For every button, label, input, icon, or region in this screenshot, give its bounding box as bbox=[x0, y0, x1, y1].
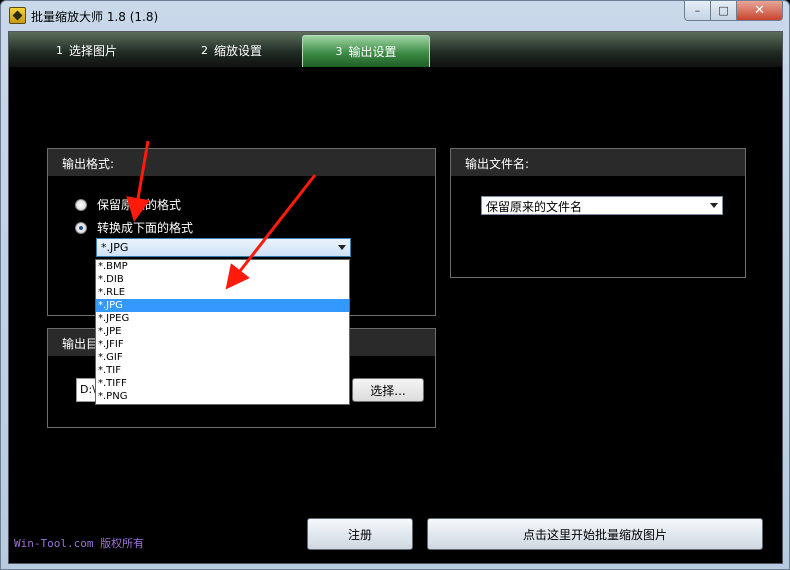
format-select[interactable]: *.JPG bbox=[96, 238, 351, 257]
start-batch-resize-button[interactable]: 点击这里开始批量缩放图片 bbox=[427, 518, 763, 550]
maximize-icon: □ bbox=[718, 4, 729, 17]
chevron-down-icon[interactable] bbox=[338, 245, 346, 250]
choose-directory-button[interactable]: 选择... bbox=[352, 378, 424, 402]
radio-keep-format-circle[interactable] bbox=[75, 198, 87, 211]
format-option-jpg[interactable]: *.JPG bbox=[96, 299, 349, 312]
tab-number: 1 bbox=[55, 44, 63, 57]
format-option-gif[interactable]: *.GIF bbox=[96, 351, 349, 364]
format-option-dib[interactable]: *.DIB bbox=[96, 273, 349, 286]
radio-convert-format-label: 转换成下面的格式 bbox=[97, 221, 194, 235]
copyright-text: Win-Tool.com 版权所有 bbox=[14, 537, 145, 550]
window-title: 批量缩放大师 1.8 (1.8) bbox=[31, 10, 159, 24]
tab-bar: 1 选择图片 2 缩放设置 3 输出设置 bbox=[9, 32, 782, 67]
format-option-tiff[interactable]: *.TIFF bbox=[96, 377, 349, 390]
output-format-title: 输出格式: bbox=[48, 149, 435, 176]
register-button[interactable]: 注册 bbox=[307, 518, 413, 550]
maximize-button[interactable]: □ bbox=[711, 1, 737, 21]
client-area: 1 选择图片 2 缩放设置 3 输出设置 输出格式: 保留原来的格式 转换成下面… bbox=[8, 31, 783, 564]
radio-convert-format[interactable]: 转换成下面的格式 bbox=[75, 219, 193, 236]
filename-select-value: 保留原来的文件名 bbox=[486, 200, 583, 214]
radio-keep-format[interactable]: 保留原来的格式 bbox=[75, 196, 181, 213]
format-option-rle[interactable]: *.RLE bbox=[96, 286, 349, 299]
filename-select[interactable]: 保留原来的文件名 bbox=[481, 196, 723, 215]
close-button[interactable]: ✕ bbox=[737, 1, 783, 21]
format-dropdown-list: *.BMP *.DIB *.RLE *.JPG *.JPEG *.JPE *.JFIF *.G… bbox=[95, 259, 350, 405]
tab-select-images[interactable]: 1 选择图片 bbox=[9, 36, 164, 65]
format-option-jpeg[interactable]: *.JPEG bbox=[96, 312, 349, 325]
tab-label: 输出设置 bbox=[348, 45, 397, 59]
output-filename-title: 输出文件名: bbox=[451, 149, 745, 176]
title-bar: 批量缩放大师 1.8 (1.8) – □ ✕ bbox=[1, 1, 789, 31]
format-select-value: *.JPG bbox=[101, 241, 129, 254]
tab-label: 缩放设置 bbox=[213, 44, 262, 58]
format-option-jfif[interactable]: *.JFIF bbox=[96, 338, 349, 351]
radio-convert-format-circle[interactable] bbox=[75, 221, 87, 234]
output-filename-group: 输出文件名: 保留原来的文件名 bbox=[450, 148, 746, 278]
format-option-tif[interactable]: *.TIF bbox=[96, 364, 349, 377]
chevron-down-icon[interactable] bbox=[710, 203, 718, 208]
format-option-jpe[interactable]: *.JPE bbox=[96, 325, 349, 338]
app-window: 批量缩放大师 1.8 (1.8) – □ ✕ 1 选择图片 2 缩放设置 3 输… bbox=[0, 0, 790, 570]
tab-output-settings[interactable]: 3 输出设置 bbox=[302, 35, 430, 67]
minimize-button[interactable]: – bbox=[684, 1, 711, 21]
tab-number: 2 bbox=[200, 44, 208, 57]
format-option-png[interactable]: *.PNG bbox=[96, 390, 349, 403]
tab-number: 3 bbox=[335, 45, 343, 58]
minimize-icon: – bbox=[694, 4, 701, 17]
radio-keep-format-label: 保留原来的格式 bbox=[97, 198, 182, 212]
tab-label: 选择图片 bbox=[68, 44, 117, 58]
format-option-bmp[interactable]: *.BMP bbox=[96, 260, 349, 273]
tab-scale-settings[interactable]: 2 缩放设置 bbox=[164, 36, 299, 65]
window-controls: – □ ✕ bbox=[684, 1, 783, 21]
app-icon bbox=[9, 7, 26, 24]
close-icon: ✕ bbox=[754, 3, 765, 18]
